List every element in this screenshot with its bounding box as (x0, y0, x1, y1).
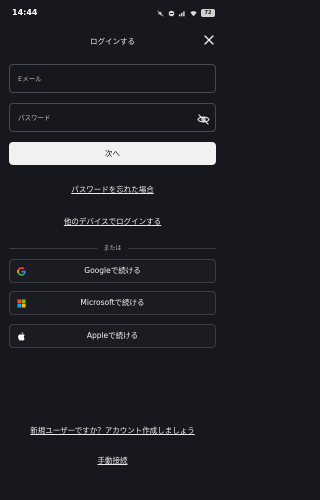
other-device-login-link[interactable]: 他のデバイスでログインする (64, 217, 161, 226)
or-divider: または (9, 243, 216, 253)
email-field[interactable] (18, 65, 188, 92)
close-icon (204, 35, 214, 45)
other-device-link-row: 他のデバイスでログインする (0, 216, 225, 227)
microsoft-signin-button[interactable]: Microsoftで続ける (9, 291, 216, 315)
signal-icon (179, 10, 185, 16)
status-time: 14:44 (12, 8, 38, 17)
apple-signin-button[interactable]: Appleで続ける (9, 324, 216, 348)
forgot-password-link[interactable]: パスワードを忘れた場合 (71, 185, 154, 194)
microsoft-signin-label: Microsoftで続ける (80, 298, 145, 307)
password-field-container (9, 103, 216, 132)
wifi-icon (190, 10, 197, 16)
forgot-password-link-row: パスワードを忘れた場合 (0, 184, 225, 195)
status-icons: 72 (157, 8, 215, 18)
google-signin-label: Googleで続ける (84, 266, 141, 275)
signup-link[interactable]: 新規ユーザーですか？アカウント作成しましょう (30, 426, 194, 435)
header: ログインする (0, 30, 225, 54)
eye-slash-icon (197, 114, 210, 125)
battery-icon: 72 (201, 9, 215, 17)
page-title: ログインする (90, 37, 135, 46)
toggle-password-visibility-button[interactable] (197, 111, 210, 125)
apple-signin-label: Appleで続ける (86, 331, 139, 340)
do-not-disturb-icon (168, 10, 175, 16)
google-signin-button[interactable]: Googleで続ける (9, 259, 216, 283)
status-bar: 14:44 72 (0, 0, 225, 26)
email-field-container (9, 64, 216, 93)
signup-link-row: 新規ユーザーですか？アカウント作成しましょう (0, 425, 225, 436)
manual-connect-link[interactable]: 手動接続 (98, 456, 128, 465)
mute-icon (157, 9, 164, 17)
close-button[interactable] (201, 32, 217, 48)
divider-line-right (128, 248, 216, 249)
password-field[interactable] (18, 104, 188, 131)
manual-connect-link-row: 手動接続 (0, 455, 225, 466)
next-button[interactable]: 次へ (9, 142, 216, 165)
